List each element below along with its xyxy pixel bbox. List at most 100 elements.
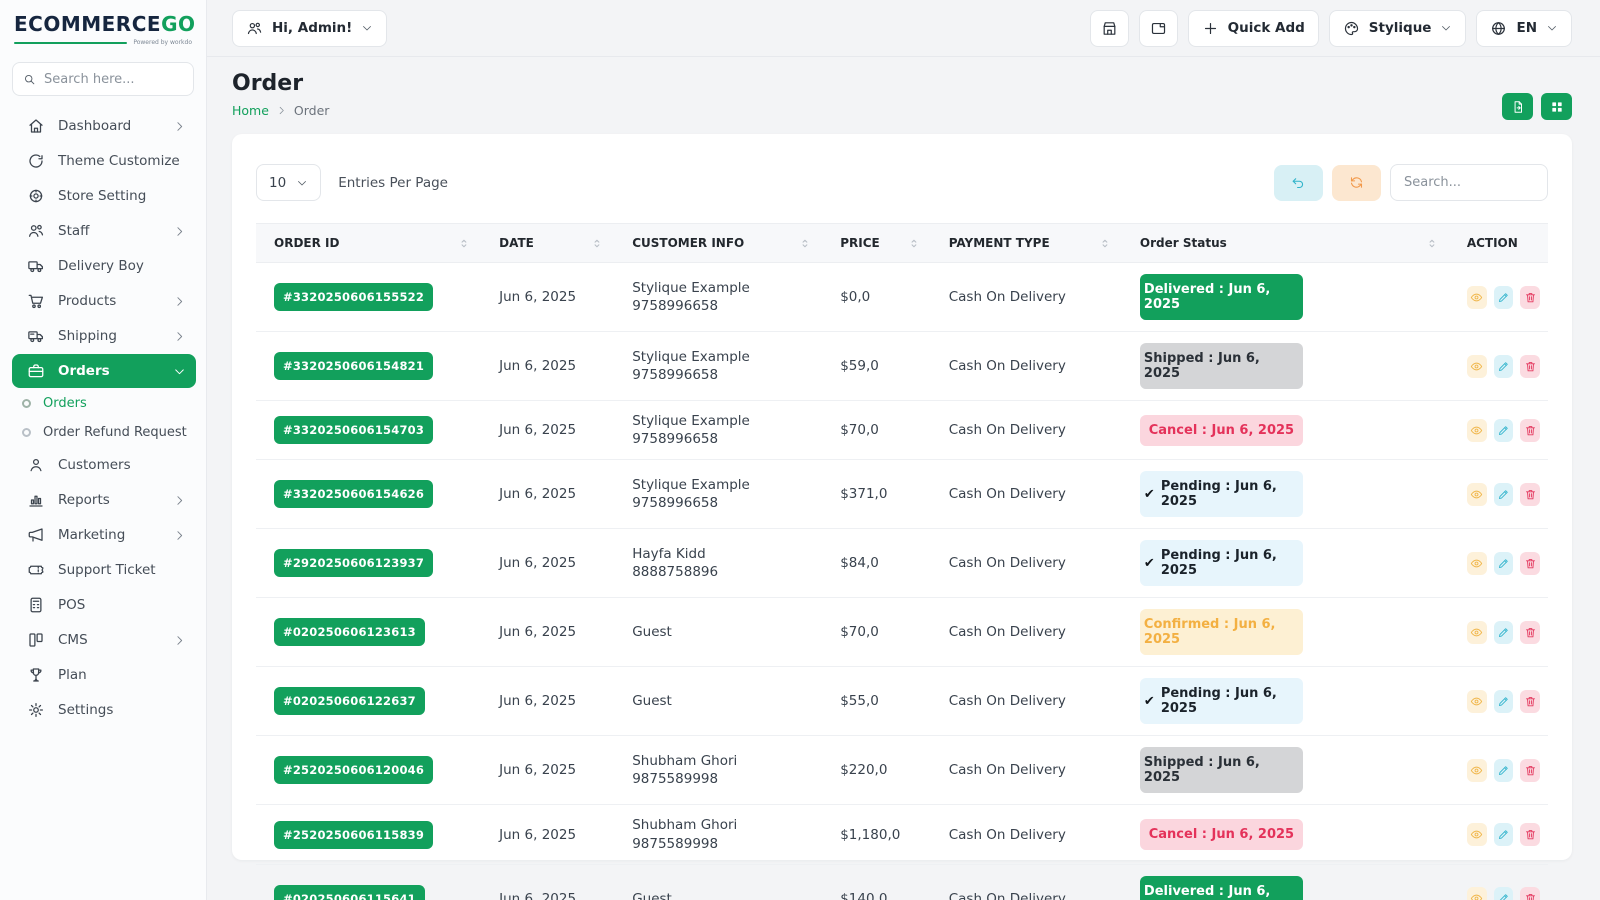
sidebar-item-reports[interactable]: Reports <box>12 483 196 517</box>
order-id-badge[interactable]: #2520250606120046 <box>274 756 433 784</box>
table-search-input[interactable] <box>1390 164 1548 201</box>
entries-per-page-select[interactable]: 10 <box>256 164 321 201</box>
order-id-badge[interactable]: #3320250606155522 <box>274 283 433 311</box>
sidebar-subitem-orders[interactable]: Orders <box>12 390 196 417</box>
column-header-payment[interactable]: PAYMENT TYPE <box>941 224 1132 263</box>
language-selector[interactable]: EN <box>1476 10 1572 47</box>
order-status-badge[interactable]: ✔Pending : Jun 6, 2025 <box>1140 678 1303 724</box>
sort-icon[interactable] <box>1426 237 1439 250</box>
admin-menu-button[interactable]: Hi, Admin! <box>232 10 387 47</box>
order-id-badge[interactable]: #2520250606115839 <box>274 821 433 849</box>
sort-icon[interactable] <box>908 237 921 250</box>
edit-order-button[interactable] <box>1494 823 1514 846</box>
order-status-badge[interactable]: Cancel : Jun 6, 2025 <box>1140 819 1303 850</box>
delete-order-button[interactable] <box>1520 483 1540 506</box>
delete-order-button[interactable] <box>1520 355 1540 378</box>
delete-order-button[interactable] <box>1520 759 1540 782</box>
trash-icon <box>1524 828 1537 841</box>
customer-name: Stylique Example <box>632 412 824 430</box>
column-header-customer[interactable]: CUSTOMER INFO <box>624 224 832 263</box>
refresh-button[interactable] <box>1332 165 1381 201</box>
order-status-badge[interactable]: Shipped : Jun 6, 2025 <box>1140 747 1303 793</box>
sort-icon[interactable] <box>458 237 471 250</box>
sidebar-search-input[interactable] <box>44 72 183 87</box>
sidebar-subitem-order-refund-request[interactable]: Order Refund Request <box>12 419 196 446</box>
view-order-button[interactable] <box>1467 552 1487 575</box>
sidebar-item-marketing[interactable]: Marketing <box>12 518 196 552</box>
sort-icon[interactable] <box>591 237 604 250</box>
sidebar-item-pos[interactable]: POS <box>12 588 196 622</box>
sidebar-item-delivery-boy[interactable]: Delivery Boy <box>12 249 196 283</box>
order-status-badge[interactable]: ✔Pending : Jun 6, 2025 <box>1140 471 1303 517</box>
sidebar-item-shipping[interactable]: Shipping <box>12 319 196 353</box>
sidebar-item-support-ticket[interactable]: Support Ticket <box>12 553 196 587</box>
sort-icon[interactable] <box>1099 237 1112 250</box>
edit-order-button[interactable] <box>1494 483 1514 506</box>
sidebar-item-settings[interactable]: Settings <box>12 693 196 727</box>
delete-order-button[interactable] <box>1520 286 1540 309</box>
edit-order-button[interactable] <box>1494 355 1514 378</box>
sidebar-item-orders[interactable]: Orders <box>12 354 196 388</box>
order-id-badge[interactable]: #020250606122637 <box>274 687 425 715</box>
sidebar-search[interactable] <box>12 62 194 96</box>
order-status-badge[interactable]: Confirmed : Jun 6, 2025 <box>1140 609 1303 655</box>
view-order-button[interactable] <box>1467 419 1487 442</box>
theme-selector[interactable]: Stylique <box>1329 10 1467 47</box>
sidebar-item-staff[interactable]: Staff <box>12 214 196 248</box>
delete-order-button[interactable] <box>1520 823 1540 846</box>
view-order-button[interactable] <box>1467 355 1487 378</box>
sidebar-item-plan[interactable]: Plan <box>12 658 196 692</box>
order-status-badge[interactable]: ✔Pending : Jun 6, 2025 <box>1140 540 1303 586</box>
brand-logo[interactable]: ECOMMERCEGO Powered by workdo <box>0 0 206 52</box>
view-order-button[interactable] <box>1467 483 1487 506</box>
delete-order-button[interactable] <box>1520 419 1540 442</box>
view-order-button[interactable] <box>1467 759 1487 782</box>
view-order-button[interactable] <box>1467 286 1487 309</box>
view-order-button[interactable] <box>1467 887 1487 900</box>
customer-name: Stylique Example <box>632 476 824 494</box>
view-order-button[interactable] <box>1467 690 1487 713</box>
column-header-price[interactable]: PRICE <box>832 224 941 263</box>
sidebar-item-store-setting[interactable]: Store Setting <box>12 179 196 213</box>
storefront-button[interactable] <box>1090 10 1129 47</box>
card-icon <box>1150 20 1167 37</box>
sidebar-item-theme-customize[interactable]: Theme Customize <box>12 144 196 178</box>
sidebar-item-dashboard[interactable]: Dashboard <box>12 109 196 143</box>
edit-order-button[interactable] <box>1494 690 1514 713</box>
column-header-status[interactable]: Order Status <box>1132 224 1459 263</box>
edit-order-button[interactable] <box>1494 887 1514 900</box>
edit-order-button[interactable] <box>1494 759 1514 782</box>
undo-button[interactable] <box>1274 165 1323 201</box>
order-id-badge[interactable]: #020250606123613 <box>274 618 425 646</box>
column-header-date[interactable]: DATE <box>491 224 624 263</box>
view-order-button[interactable] <box>1467 823 1487 846</box>
sidebar-item-customers[interactable]: Customers <box>12 448 196 482</box>
order-status-badge[interactable]: Shipped : Jun 6, 2025 <box>1140 343 1303 389</box>
sidebar-item-cms[interactable]: CMS <box>12 623 196 657</box>
view-order-button[interactable] <box>1467 621 1487 644</box>
order-id-badge[interactable]: #020250606115641 <box>274 885 425 900</box>
export-button[interactable] <box>1502 93 1533 120</box>
edit-order-button[interactable] <box>1494 286 1514 309</box>
order-id-badge[interactable]: #3320250606154626 <box>274 480 433 508</box>
delete-order-button[interactable] <box>1520 690 1540 713</box>
sort-icon[interactable] <box>799 237 812 250</box>
column-header-id[interactable]: ORDER ID <box>256 224 491 263</box>
order-id-badge[interactable]: #3320250606154703 <box>274 416 433 444</box>
delete-order-button[interactable] <box>1520 887 1540 900</box>
edit-order-button[interactable] <box>1494 419 1514 442</box>
delete-order-button[interactable] <box>1520 552 1540 575</box>
order-id-badge[interactable]: #3320250606154821 <box>274 352 433 380</box>
edit-order-button[interactable] <box>1494 621 1514 644</box>
order-status-badge[interactable]: Delivered : Jun 6, 2025 <box>1140 876 1303 900</box>
order-status-badge[interactable]: Delivered : Jun 6, 2025 <box>1140 274 1303 320</box>
quick-add-button[interactable]: Quick Add <box>1188 10 1319 47</box>
delete-order-button[interactable] <box>1520 621 1540 644</box>
grid-view-button[interactable] <box>1541 93 1572 120</box>
order-id-badge[interactable]: #2920250606123937 <box>274 549 433 577</box>
sidebar-item-products[interactable]: Products <box>12 284 196 318</box>
card-button[interactable] <box>1139 10 1178 47</box>
order-status-badge[interactable]: Cancel : Jun 6, 2025 <box>1140 415 1303 446</box>
breadcrumb-home-link[interactable]: Home <box>232 103 269 118</box>
edit-order-button[interactable] <box>1494 552 1514 575</box>
